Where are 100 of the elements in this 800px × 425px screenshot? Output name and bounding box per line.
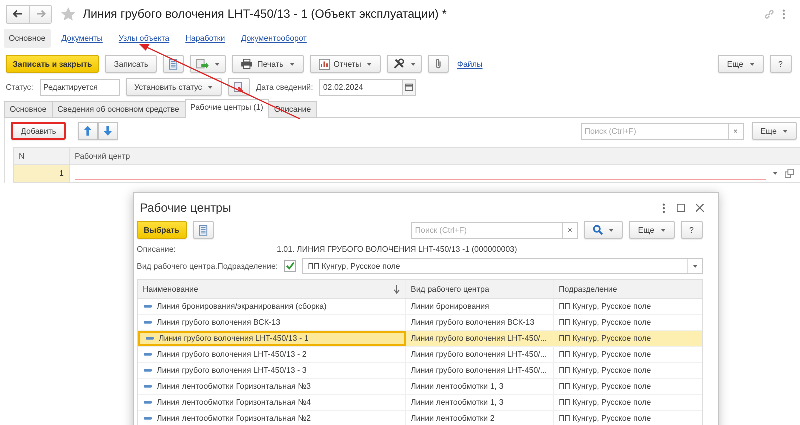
department-cell: ПП Кунгур, Русское поле	[559, 398, 652, 407]
column-header[interactable]: Вид рабочего центра	[406, 280, 554, 298]
kind-cell: Линии лентообмотки 1, 3	[411, 382, 504, 391]
clear-button[interactable]: ×	[728, 124, 743, 138]
department-cell: ПП Кунгур, Русское поле	[559, 382, 652, 391]
column-header[interactable]: Наименование	[138, 280, 406, 298]
item-icon	[146, 337, 154, 340]
tab[interactable]: Сведения об основном средстве	[52, 101, 186, 117]
dropdown-icon[interactable]	[773, 172, 778, 175]
section-link[interactable]: Наработки	[180, 29, 230, 48]
name-cell: Линия грубого волочения LHT-450/13 - 2	[157, 350, 307, 359]
tab[interactable]: Основное	[4, 101, 53, 117]
item-icon	[144, 305, 152, 308]
description-label: Описание:	[137, 244, 178, 254]
section-link[interactable]: Документы	[56, 29, 108, 48]
column-header[interactable]: Подразделение	[554, 280, 702, 298]
item-icon	[144, 353, 152, 356]
column-header[interactable]: N	[14, 148, 70, 164]
files-link[interactable]: Файлы	[457, 60, 483, 68]
history-button[interactable]	[228, 78, 250, 96]
document-icon	[198, 224, 208, 236]
section-link[interactable]: Документооборот	[236, 29, 312, 48]
department-cell: ПП Кунгур, Русское поле	[559, 366, 652, 375]
star-icon[interactable]	[61, 6, 76, 22]
set-status-button[interactable]: Установить статус	[126, 78, 222, 96]
status-label: Статус:	[6, 82, 34, 92]
more-button[interactable]: Еще	[752, 122, 797, 140]
tools-button[interactable]	[387, 55, 422, 73]
kind-cell: Линии лентообмотки 2	[411, 414, 495, 423]
table-row[interactable]: Линия грубого волочения LHT-450/13 - 2 Линия грубого волочения LHT-450/... ПП Кунгур, Русское поле	[138, 347, 702, 363]
description-value: 1.01. ЛИНИЯ ГРУБОГО ВОЛОЧЕНИЯ LHT-450/13 -1 (000000003)	[277, 244, 518, 254]
caret-icon	[783, 130, 788, 132]
down-arrow-icon	[104, 126, 112, 136]
caret-icon	[290, 62, 295, 66]
table-row[interactable]: Линия лентообмотки Горизонтальная №2 Линии лентообмотки 2 ПП Кунгур, Русское поле	[138, 411, 702, 425]
close-icon[interactable]	[696, 204, 704, 212]
department-cell: ПП Кунгур, Русское поле	[559, 414, 652, 423]
table-row[interactable]: Линия бронирования/экранирования (сборка) Линии бронирования ПП Кунгур, Русское поле	[138, 299, 702, 315]
document-list-button[interactable]	[163, 55, 184, 73]
window-title: Линия грубого волочения LHT-450/13 - 1 (Объект эксплуатации) *	[83, 7, 447, 21]
move-up-button[interactable]	[78, 122, 98, 140]
paperclip-icon	[434, 58, 444, 70]
column-header[interactable]: Рабочий центр	[70, 148, 800, 164]
table-row[interactable]: Линия лентообмотки Горизонтальная №3 Линии лентообмотки 1, 3 ПП Кунгур, Русское поле	[138, 379, 702, 395]
attach-button[interactable]	[428, 55, 450, 73]
back-button[interactable]	[7, 6, 29, 22]
calendar-button[interactable]	[402, 78, 416, 96]
section-link[interactable]: Узлы объекта	[114, 29, 175, 48]
table-row[interactable]: Линия грубого волочения LHT-450/13 - 1 Линия грубого волочения LHT-450/... ПП Кунгур, Русское поле	[138, 331, 702, 347]
item-icon	[144, 417, 152, 420]
search-field[interactable]: Поиск (Ctrl+F) ×	[411, 222, 578, 238]
date-field[interactable]: 02.02.2024	[319, 78, 404, 96]
kind-cell: Линии бронирования	[411, 302, 490, 311]
table-row[interactable]: Линия лентообмотки Горизонтальная №4 Линии лентообмотки 1, 3 ПП Кунгур, Русское поле	[138, 395, 702, 411]
item-icon	[144, 369, 152, 372]
tools-icon	[393, 58, 406, 70]
open-icon[interactable]	[785, 169, 794, 178]
caret-icon	[750, 62, 755, 66]
kind-cell: Линия грубого волочения LHT-450/...	[411, 350, 548, 359]
more-icon[interactable]	[782, 8, 786, 20]
printer-icon	[241, 59, 254, 69]
more-button[interactable]: Еще	[718, 55, 764, 73]
dropdown-icon[interactable]	[692, 264, 698, 268]
search-button[interactable]	[584, 221, 624, 239]
department-cell: ПП Кунгур, Русское поле	[559, 318, 652, 327]
section-link[interactable]: Основное	[4, 29, 51, 48]
kind-cell: Линия грубого волочения LHT-450/...	[411, 366, 548, 375]
clear-button[interactable]: ×	[562, 222, 578, 238]
caret-icon	[660, 228, 666, 232]
document-arrow-icon	[196, 58, 210, 70]
more-button[interactable]: Еще	[629, 221, 675, 239]
kind-cell: Линии лентообмотки 1, 3	[411, 398, 504, 407]
tab[interactable]: Рабочие центры (1)	[184, 99, 270, 118]
filter-checkbox[interactable]	[284, 260, 296, 272]
table-row[interactable]: Линия грубого волочения LHT-450/13 - 3 Линия грубого волочения LHT-450/... ПП Кунгур, Русское поле	[138, 363, 702, 379]
maximize-icon[interactable]	[677, 204, 685, 212]
help-button[interactable]: ?	[770, 55, 792, 73]
item-icon	[144, 385, 152, 388]
list-button[interactable]	[192, 221, 214, 239]
search-field[interactable]: Поиск (Ctrl+F) ×	[580, 122, 744, 140]
print-button[interactable]: Печать	[232, 55, 304, 73]
more-icon[interactable]	[662, 202, 666, 214]
row-number: 1	[14, 165, 70, 182]
help-button[interactable]: ?	[680, 221, 703, 239]
move-down-button[interactable]	[98, 122, 118, 140]
save-and-close-button[interactable]: Записать и закрыть	[6, 55, 100, 73]
department-select[interactable]: ПП Кунгур, Русское поле	[302, 258, 703, 274]
caret-icon	[208, 86, 214, 88]
reports-button[interactable]: Отчеты	[310, 55, 382, 73]
add-button[interactable]: Добавить	[11, 122, 66, 140]
search-icon	[593, 225, 604, 235]
status-field[interactable]: Редактируется	[40, 78, 120, 96]
create-based-on-button[interactable]	[190, 55, 226, 73]
kind-cell: Линия грубого волочения ВСК-13	[411, 318, 535, 327]
name-cell: Линия лентообмотки Горизонтальная №2	[157, 414, 312, 423]
bar-chart-icon	[318, 58, 330, 70]
department-cell: ПП Кунгур, Русское поле	[559, 334, 652, 343]
department-cell: ПП Кунгур, Русское поле	[559, 302, 652, 311]
select-button[interactable]: Выбрать	[137, 221, 187, 239]
save-button[interactable]: Записать	[105, 55, 158, 73]
